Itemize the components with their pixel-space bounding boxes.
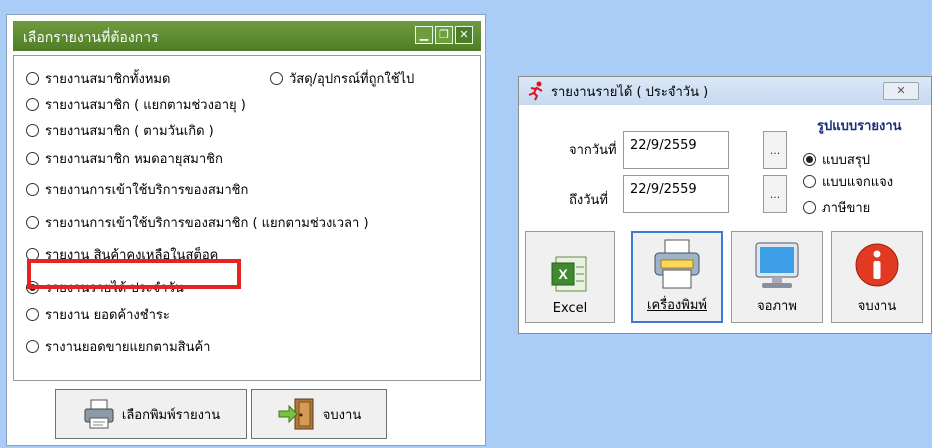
radio-circle[interactable] [26,98,39,111]
print-report-button[interactable]: เลือกพิมพ์รายงาน [55,389,247,439]
running-man-icon [528,81,543,101]
radio-format-sales-tax[interactable]: ภาษีขาย [803,197,870,218]
radio-option-sales-by-product[interactable]: รางานยอดขายแยกตามสินค้า [26,336,210,357]
radio-circle[interactable] [26,340,39,353]
radio-format-summary[interactable]: แบบสรุป [803,149,870,170]
printer-icon [84,399,114,429]
selection-highlight-box [27,259,241,289]
window-title: เลือกรายงานที่ต้องการ [23,30,159,46]
radio-circle[interactable] [270,72,283,85]
window-titlebar[interactable]: เลือกรายงานที่ต้องการ ▁ ❐ ✕ [13,21,481,51]
info-icon [855,243,899,287]
radio-circle[interactable] [26,308,39,321]
radio-circle[interactable] [26,183,39,196]
radio-option-member-visits-by-time[interactable]: รายงานการเข้าใช้บริการของสมาชิก ( แยกตาม… [26,212,369,233]
close-icon[interactable]: ✕ [455,26,473,44]
exit-button[interactable]: จบงาน [251,389,387,439]
radio-option-outstanding-balance[interactable]: รายงาน ยอดค้างชำระ [26,304,170,325]
radio-circle-selected[interactable] [803,153,816,166]
radio-circle[interactable] [26,72,39,85]
report-selection-window: เลือกรายงานที่ต้องการ ▁ ❐ ✕ รายงานสมาชิก… [6,14,486,446]
monitor-icon [755,242,799,288]
svg-text:X: X [558,266,568,282]
from-date-label: จากวันที่ [569,143,617,158]
daily-income-window: รายงานรายได้ ( ประจำวัน ) ✕ จากวันที่ 22… [518,76,932,334]
to-date-label: ถึงวันที่ [569,193,608,208]
radio-option-materials-used[interactable]: วัสดุ/อุปกรณ์ที่ถูกใช้ไป [270,68,414,89]
radio-option-member-visits[interactable]: รายงานการเข้าใช้บริการของสมาชิก [26,179,248,200]
radio-option-expired-members[interactable]: รายงานสมาชิก หมดอายุสมาชิก [26,148,223,169]
close-icon[interactable]: ✕ [883,82,919,100]
printer-icon [654,239,700,289]
exit-button[interactable]: จบงาน [831,231,923,323]
exit-door-icon [278,398,314,430]
screen-button[interactable]: จอภาพ [731,231,823,323]
radio-circle[interactable] [26,124,39,137]
radio-option-members-by-birthday[interactable]: รายงานสมาชิก ( ตามวันเกิด ) [26,120,214,141]
report-format-title: รูปแบบรายงาน [817,119,902,134]
from-date-field[interactable]: 22/9/2559 [623,131,729,169]
radio-circle[interactable] [803,175,816,188]
to-date-field[interactable]: 22/9/2559 [623,175,729,213]
window-titlebar[interactable]: รายงานรายได้ ( ประจำวัน ) ✕ [519,77,931,105]
minimize-icon[interactable]: ▁ [415,26,433,44]
radio-option-members-by-age[interactable]: รายงานสมาชิก ( แยกตามช่วงอายุ ) [26,94,246,115]
excel-button[interactable]: X Excel [525,231,615,323]
window-title: รายงานรายได้ ( ประจำวัน ) [551,84,709,100]
to-date-browse-button[interactable]: ... [763,175,787,213]
printer-button[interactable]: เครื่องพิมพ์ [631,231,723,323]
radio-option-all-members[interactable]: รายงานสมาชิกทั้งหมด [26,68,170,89]
from-date-browse-button[interactable]: ... [763,131,787,169]
report-options-panel: รายงานสมาชิกทั้งหมด วัสดุ/อุปกรณ์ที่ถูกใ… [13,55,481,381]
radio-circle[interactable] [803,201,816,214]
radio-circle[interactable] [26,216,39,229]
radio-circle[interactable] [26,152,39,165]
excel-icon: X [551,256,587,292]
radio-format-detail[interactable]: แบบแจกแจง [803,171,893,192]
restore-icon[interactable]: ❐ [435,26,453,44]
